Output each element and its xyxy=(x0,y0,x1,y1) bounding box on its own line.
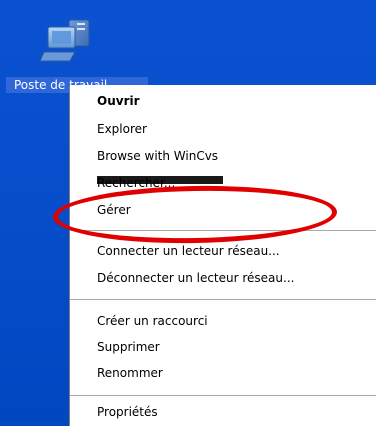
menu-item-properties[interactable]: Propriétés xyxy=(97,401,158,423)
menu-item-open[interactable]: Ouvrir xyxy=(97,90,140,112)
my-computer-icon xyxy=(39,10,107,72)
menu-item-manage[interactable]: Gérer xyxy=(97,199,131,221)
menu-separator xyxy=(70,230,376,231)
partially-obscured-text xyxy=(97,176,223,184)
menu-separator xyxy=(70,299,376,300)
menu-item-explore[interactable]: Explorer xyxy=(97,118,147,140)
menu-item-delete[interactable]: Supprimer xyxy=(97,336,160,358)
menu-item-create-shortcut[interactable]: Créer un raccourci xyxy=(97,310,208,332)
menu-item-rename[interactable]: Renommer xyxy=(97,362,163,384)
menu-separator xyxy=(70,395,376,396)
desktop-icon[interactable]: Poste de travail xyxy=(6,10,148,94)
menu-item-browse-with-wincvs[interactable]: Browse with WinCvs xyxy=(97,145,218,167)
menu-item-map-network-drive[interactable]: Connecter un lecteur réseau... xyxy=(97,240,280,262)
context-menu: Ouvrir Explorer Browse with WinCvs Reche… xyxy=(69,85,376,426)
menu-item-disconnect-network-drive[interactable]: Déconnecter un lecteur réseau... xyxy=(97,267,294,289)
